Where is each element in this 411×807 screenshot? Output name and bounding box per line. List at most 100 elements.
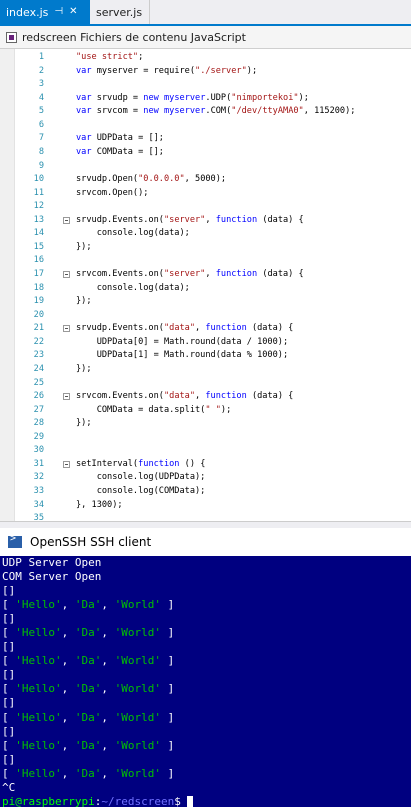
line-number: 24 xyxy=(33,363,44,374)
code-text: "use strict"; xyxy=(76,51,143,65)
code-editor[interactable]: 1 "use strict"; 2 var myserver = require(".… xyxy=(0,49,411,521)
code-line[interactable]: 17 srvcom.Events.on("server", function (d… xyxy=(14,268,411,282)
code-line[interactable]: 19}); xyxy=(14,295,411,309)
terminal-text: , xyxy=(61,682,75,696)
code-token: ); xyxy=(298,92,309,103)
tab-server-js[interactable]: server.js xyxy=(90,0,150,24)
tab-index-js[interactable]: index.js ⊣ ✕ xyxy=(0,0,90,24)
line-number: 20 xyxy=(33,309,44,320)
terminal-line: [] xyxy=(0,696,411,710)
code-line[interactable]: 32 console.log(UDPData); xyxy=(14,471,411,485)
terminal-text: , xyxy=(101,766,115,780)
code-line[interactable]: 15}); xyxy=(14,241,411,255)
code-line[interactable]: 30 xyxy=(14,444,411,458)
line-number: 7 xyxy=(38,133,44,144)
collapse-icon[interactable] xyxy=(63,216,70,224)
terminal-text: , xyxy=(61,598,75,612)
code-token: myserver = require( xyxy=(91,65,196,76)
code-token: "server" xyxy=(163,269,206,279)
code-text: console.log(data); xyxy=(76,227,190,241)
code-token: COMData = data.split( xyxy=(76,404,206,415)
code-line[interactable]: 34}, 1300); xyxy=(14,499,411,513)
code-line[interactable]: 3 xyxy=(14,78,411,92)
code-token: "/dev/ttyAMA0" xyxy=(231,106,304,117)
code-line[interactable]: 7 var UDPData = []; xyxy=(14,132,411,146)
terminal-text: [ xyxy=(2,598,16,612)
line-number: 26 xyxy=(33,391,44,402)
line-number: 3 xyxy=(38,79,44,90)
terminal-line: [ 'Hello', 'Da', 'World' ] xyxy=(0,654,411,668)
code-line[interactable]: 33 console.log(COMData); xyxy=(14,485,411,499)
code-line[interactable]: 9 xyxy=(14,160,411,174)
code-token: , 115200); xyxy=(303,106,356,117)
code-line[interactable]: 2 var myserver = require("./server"); xyxy=(14,65,411,79)
code-token: srvcom.Events.on( xyxy=(76,269,164,279)
code-line[interactable]: 6 xyxy=(14,119,411,133)
code-line[interactable]: 26 srvcom.Events.on("data", function (dat… xyxy=(14,390,411,404)
terminal-text: , xyxy=(101,654,115,668)
code-token: "use strict" xyxy=(76,52,139,62)
code-line[interactable]: 27 COMData = data.split(" "); xyxy=(14,404,411,418)
code-line[interactable]: 20 xyxy=(14,309,411,323)
pane-separator[interactable] xyxy=(0,521,411,528)
code-line[interactable]: 23 UDPData[1] = Math.round(data % 1000); xyxy=(14,349,411,363)
code-line[interactable]: 5 var srvcom = new myserver.COM("/dev/tty… xyxy=(14,105,411,119)
code-token: UDPData[0] = Math.round(data / 1000); xyxy=(76,336,289,347)
line-number: 6 xyxy=(38,119,44,130)
collapse-icon[interactable] xyxy=(63,271,70,278)
navigation-bar[interactable]: redscreen Fichiers de contenu JavaScript xyxy=(0,26,411,49)
code-line[interactable]: 8 var COMData = []; xyxy=(14,146,411,160)
code-token: function xyxy=(205,323,247,334)
terminal-line: [ 'Hello', 'Da', 'World' ] xyxy=(0,598,411,612)
code-token: "./server" xyxy=(195,65,247,76)
code-line[interactable]: 29 xyxy=(14,431,411,445)
terminal-text: 'Da' xyxy=(74,626,102,640)
code-token: new xyxy=(143,106,159,117)
terminal-text: [ xyxy=(2,710,16,724)
code-token: COMData = []; xyxy=(91,146,164,157)
code-line[interactable]: 12 xyxy=(14,200,411,214)
code-line[interactable]: 31 setInterval(function () { xyxy=(14,458,411,472)
code-line[interactable]: 28}); xyxy=(14,417,411,431)
collapse-icon[interactable] xyxy=(63,460,70,468)
code-line[interactable]: 1 "use strict"; xyxy=(14,51,411,65)
code-token: srvudp.Events.on( xyxy=(76,214,164,225)
line-number: 11 xyxy=(33,187,44,198)
code-line[interactable]: 10 srvudp.Open("0.0.0.0", 5000); xyxy=(14,173,411,187)
code-token: , xyxy=(195,323,206,334)
terminal-text: ] xyxy=(160,598,175,612)
code-token: function xyxy=(138,458,180,469)
terminal-text: ] xyxy=(160,738,175,752)
pin-icon[interactable]: ⊣ xyxy=(54,7,63,17)
code-line[interactable]: 35 xyxy=(14,512,411,521)
code-line[interactable]: 25 xyxy=(14,377,411,391)
code-token: (data) { xyxy=(246,391,294,402)
terminal-text: 'World' xyxy=(114,682,161,696)
terminal-text: [ xyxy=(2,738,16,752)
terminal-line: [] xyxy=(0,584,411,598)
terminal-line: [] xyxy=(0,640,411,654)
code-line[interactable]: 16 xyxy=(14,254,411,268)
code-line[interactable]: 13 srvudp.Events.on("server", function (d… xyxy=(14,214,411,228)
terminal-text: , xyxy=(61,626,75,640)
code-line[interactable]: 18 console.log(data); xyxy=(14,282,411,296)
code-line[interactable]: 11 srvcom.Open(); xyxy=(14,187,411,201)
terminal-text: 'Da' xyxy=(74,766,102,780)
code-line[interactable]: 24}); xyxy=(14,363,411,377)
collapse-icon[interactable] xyxy=(63,325,70,333)
code-line[interactable]: 22 UDPData[0] = Math.round(data / 1000); xyxy=(14,336,411,350)
terminal-text: 'Da' xyxy=(74,738,102,752)
line-number: 30 xyxy=(33,445,44,456)
code-token: }); xyxy=(76,363,92,374)
close-icon[interactable]: ✕ xyxy=(69,7,77,17)
collapse-icon[interactable] xyxy=(63,393,70,401)
terminal-text: , xyxy=(101,682,115,696)
code-line[interactable]: 14 console.log(data); xyxy=(14,227,411,241)
code-line[interactable]: 4 var srvudp = new myserver.UDP("nimporte… xyxy=(14,92,411,106)
terminal-text: [] xyxy=(2,612,16,626)
code-line[interactable]: 21 srvudp.Events.on("data", function (dat… xyxy=(14,322,411,336)
code-text: }); xyxy=(76,295,92,309)
line-number: 33 xyxy=(33,486,44,496)
code-text: UDPData[1] = Math.round(data % 1000); xyxy=(76,349,288,363)
terminal-output[interactable]: UDP Server Open COM Server Open[][ 'Hello… xyxy=(0,556,411,807)
